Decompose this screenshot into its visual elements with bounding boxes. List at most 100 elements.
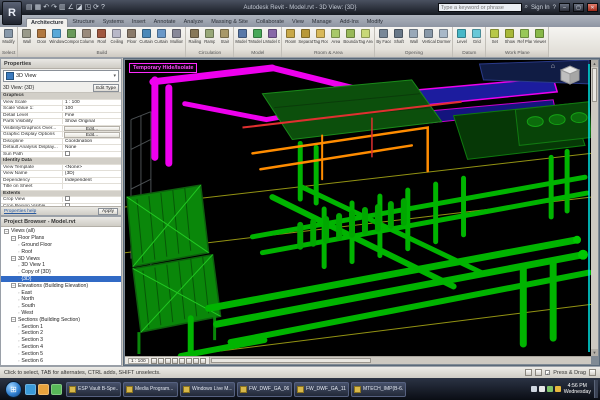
ribbon-button-shaft[interactable]: Shaft xyxy=(391,28,406,44)
ribbon-button-curtain-grid[interactable]: Curtain Grid xyxy=(154,28,169,44)
open-icon[interactable]: ▤ xyxy=(26,3,33,12)
battery-icon[interactable] xyxy=(547,386,553,392)
expander-icon[interactable]: − xyxy=(11,236,16,241)
horizontal-scrollbar[interactable] xyxy=(210,357,591,364)
press-drag-checkbox[interactable]: ✓ xyxy=(545,370,550,375)
ribbon-button-ceiling[interactable]: Ceiling xyxy=(109,28,124,44)
taskbar-button-esp-vault-b-spe[interactable]: ESP Vault B-Spe... xyxy=(66,382,121,397)
browser-item-ground-floor[interactable]: ▫Ground Floor xyxy=(1,242,121,249)
application-menu-button[interactable]: R xyxy=(2,1,22,25)
browser-item-section-1[interactable]: ▫Section 1 xyxy=(1,323,121,330)
3d-view-icon[interactable]: ◳ xyxy=(85,3,92,12)
visual-style-button[interactable] xyxy=(158,358,164,364)
ribbon-tab-add-ins[interactable]: Add-Ins xyxy=(336,18,363,27)
ribbon-button-door[interactable]: Door xyxy=(34,28,49,44)
start-button[interactable]: ⊞ xyxy=(5,381,22,398)
ribbon-tab-view[interactable]: View xyxy=(288,18,308,27)
property-value[interactable]: {3D} xyxy=(63,171,121,176)
property-value[interactable]: 100 xyxy=(63,106,121,111)
browser-item-north[interactable]: ▫North xyxy=(1,296,121,303)
search-input[interactable] xyxy=(438,3,522,12)
undo-icon[interactable]: ↶ xyxy=(43,3,49,12)
ribbon-button-floor[interactable]: Floor xyxy=(124,28,139,44)
browser-item-views-all[interactable]: −Views (all) xyxy=(1,228,121,235)
ribbon-button-viewer[interactable]: Viewer xyxy=(532,28,547,44)
horizontal-scroll-thumb[interactable] xyxy=(211,358,371,363)
expander-icon[interactable]: − xyxy=(11,283,16,288)
ribbon-button-level[interactable]: Level xyxy=(454,28,469,44)
property-value[interactable]: Coordination xyxy=(63,139,121,144)
ribbon-button-area[interactable]: Area xyxy=(328,28,343,44)
ribbon-button-boundary[interactable]: Boundary xyxy=(343,28,358,44)
view-cube[interactable]: ⌂ xyxy=(551,63,583,87)
ribbon-tab-analyze[interactable]: Analyze xyxy=(180,18,208,27)
ribbon-button-ramp[interactable]: Ramp xyxy=(202,28,217,44)
ribbon-button-grid[interactable]: Grid xyxy=(469,28,484,44)
ribbon-button-tag-area[interactable]: Tag Area xyxy=(358,28,373,44)
browser-icon[interactable] xyxy=(38,384,49,395)
apply-button[interactable]: Apply xyxy=(98,208,118,215)
design-options-icon[interactable] xyxy=(535,369,542,376)
browser-item-elevations-building-elevation[interactable]: −Elevations (Building Elevation) xyxy=(1,282,121,289)
show-desktop-button[interactable] xyxy=(594,380,598,398)
browser-item-copy-of-3d[interactable]: ▫Copy of {3D} xyxy=(1,269,121,276)
hide-isolate-button[interactable] xyxy=(193,358,199,364)
ribbon-button-model-text[interactable]: Model Text xyxy=(235,28,250,44)
print-icon[interactable]: ▥ xyxy=(59,3,66,12)
property-value[interactable]: None xyxy=(63,145,121,150)
taskbar-clock[interactable]: 4:56 PM Wednesday xyxy=(564,383,591,395)
project-browser-header[interactable]: Project Browser - Model.rvt xyxy=(1,217,121,227)
explorer-icon[interactable] xyxy=(25,384,36,395)
property-value[interactable]: <None> xyxy=(63,165,121,170)
property-value[interactable]: Show Original xyxy=(63,119,121,124)
property-value[interactable]: Edit... xyxy=(64,132,120,138)
ribbon-button-by-face[interactable]: By Face xyxy=(376,28,391,44)
ribbon-tab-manage[interactable]: Manage xyxy=(308,18,336,27)
ribbon-button-curtain-system[interactable]: Curtain System xyxy=(139,28,154,44)
vertical-scrollbar[interactable]: ▲ ▼ xyxy=(591,60,598,356)
scroll-down-icon[interactable]: ▼ xyxy=(591,349,598,356)
browser-item-east[interactable]: ▫East xyxy=(1,289,121,296)
ribbon-button-model-group[interactable]: Model Group xyxy=(265,28,280,44)
network-icon[interactable] xyxy=(531,386,537,392)
browser-item-section-2[interactable]: ▫Section 2 xyxy=(1,330,121,337)
properties-help-link[interactable]: Properties help xyxy=(4,209,36,214)
expander-icon[interactable]: − xyxy=(11,256,16,261)
property-value[interactable]: Fine xyxy=(63,113,121,118)
ribbon-button-component[interactable]: Component xyxy=(64,28,79,44)
detail-level-button[interactable] xyxy=(151,358,157,364)
property-value[interactable] xyxy=(63,151,121,158)
volume-icon[interactable] xyxy=(539,386,545,392)
tag-icon[interactable]: ◪ xyxy=(76,3,83,12)
ribbon-button-separator[interactable]: Separator xyxy=(298,28,313,44)
ribbon-button-wall[interactable]: Wall xyxy=(406,28,421,44)
updates-icon[interactable] xyxy=(555,386,561,392)
browser-item-3d[interactable]: ▫{3D} xyxy=(1,276,121,283)
properties-header[interactable]: Properties xyxy=(1,59,121,69)
crop-region-button[interactable] xyxy=(186,358,192,364)
ribbon-button-window[interactable]: Window xyxy=(49,28,64,44)
property-value[interactable]: 1 : 100 xyxy=(63,100,121,105)
home-icon[interactable]: ⌂ xyxy=(551,63,555,71)
ribbon-button-show[interactable]: Show xyxy=(502,28,517,44)
browser-item-3d-view-1[interactable]: ▫3D View 1 xyxy=(1,262,121,269)
sun-path-button[interactable] xyxy=(165,358,171,364)
ribbon-button-railing[interactable]: Railing xyxy=(187,28,202,44)
ribbon-tab-structure[interactable]: Structure xyxy=(68,18,98,27)
browser-item-west[interactable]: ▫West xyxy=(1,310,121,317)
scale-button[interactable]: 1 : 100 xyxy=(128,358,149,364)
worksets-icon[interactable] xyxy=(525,369,532,376)
save-icon[interactable]: ▦ xyxy=(35,3,42,12)
3d-model-canvas[interactable] xyxy=(125,60,591,356)
ribbon-button-vertical[interactable]: Vertical xyxy=(421,28,436,44)
browser-item-south[interactable]: ▫South xyxy=(1,303,121,310)
property-value[interactable]: Independent xyxy=(63,178,121,183)
ribbon-tab-systems[interactable]: Systems xyxy=(99,18,128,27)
taskbar-button-windows-live-m[interactable]: Windows Live M... xyxy=(180,382,235,397)
expander-icon[interactable]: − xyxy=(4,229,9,234)
expander-icon[interactable]: − xyxy=(11,317,16,322)
media-icon[interactable] xyxy=(51,384,62,395)
edit-type-button[interactable]: Edit Type xyxy=(93,84,119,92)
temporary-hide-isolate-label[interactable]: Temporary Hide/Isolate xyxy=(129,63,197,73)
search-icon[interactable]: ⌕ xyxy=(525,4,528,11)
